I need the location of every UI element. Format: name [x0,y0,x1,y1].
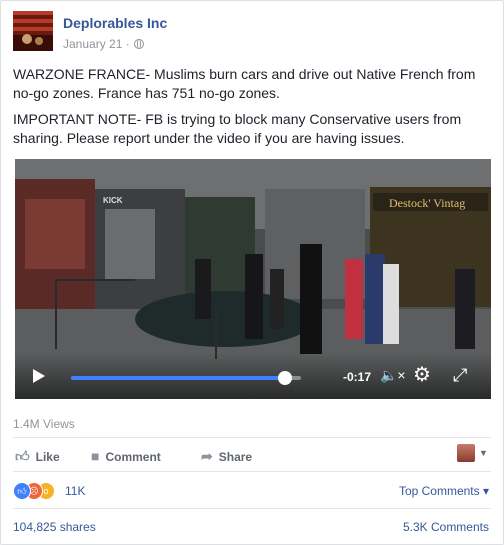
like-reaction-icon: 👍︎ [13,482,31,500]
view-count: 1.4M Views [13,417,75,431]
post-meta: January 21 · [63,37,144,51]
like-label: Like [35,450,60,464]
divider [13,437,491,438]
comment-button[interactable]: ■ Comment [91,448,161,464]
video-scrubber-handle[interactable] [277,371,292,385]
globe-icon [133,39,144,49]
share-button[interactable]: ➦ Share [201,448,252,465]
video-progress-fill [71,376,285,380]
video-time-remaining: -0:17 [343,370,372,384]
page-avatar[interactable] [13,11,53,51]
comment-label: Comment [105,450,161,464]
comment-count[interactable]: 5.3K Comments [403,520,489,534]
reaction-count[interactable]: 11K [65,484,85,498]
share-arrow-icon: ➦ [201,448,213,464]
video-controls: -0:17 🔈× ⚙ ⤢ [15,353,491,399]
post-paragraph-1: WARZONE FRANCE- Muslims burn cars and dr… [13,66,476,101]
post-card: Deplorables Inc January 21 · WARZONE FRA… [0,0,504,545]
volume-muted-icon[interactable]: 🔈× [380,367,406,384]
divider [13,508,491,509]
commenter-avatar[interactable] [457,444,475,462]
top-comments-dropdown[interactable]: Top Comments ▾ [399,484,489,498]
post-paragraph-2: IMPORTANT NOTE- FB is trying to block ma… [13,111,462,146]
post-text: WARZONE FRANCE- Muslims burn cars and dr… [13,65,493,155]
thumbs-up-icon: 👍︎ [15,448,30,464]
divider [13,471,491,472]
settings-gear-icon[interactable]: ⚙ [413,365,431,385]
shop-sign: KICK [103,196,123,205]
play-icon[interactable] [33,369,45,383]
share-label: Share [218,450,253,464]
video-progress-bar[interactable] [71,371,301,385]
like-button[interactable]: 👍︎ Like [15,448,60,465]
video-player[interactable]: Destock' Vintag KICK -0:17 🔈× ⚙ ⤢ [15,159,491,399]
storefront-sign: Destock' Vintag [389,196,465,210]
comment-bubble-icon: ■ [91,448,100,464]
post-date[interactable]: January 21 · [63,37,130,51]
share-count[interactable]: 104,825 shares [13,520,96,534]
fullscreen-icon[interactable]: ⤢ [453,365,467,385]
page-name[interactable]: Deplorables Inc [63,15,167,31]
chevron-down-icon[interactable]: ▼ [479,448,488,458]
